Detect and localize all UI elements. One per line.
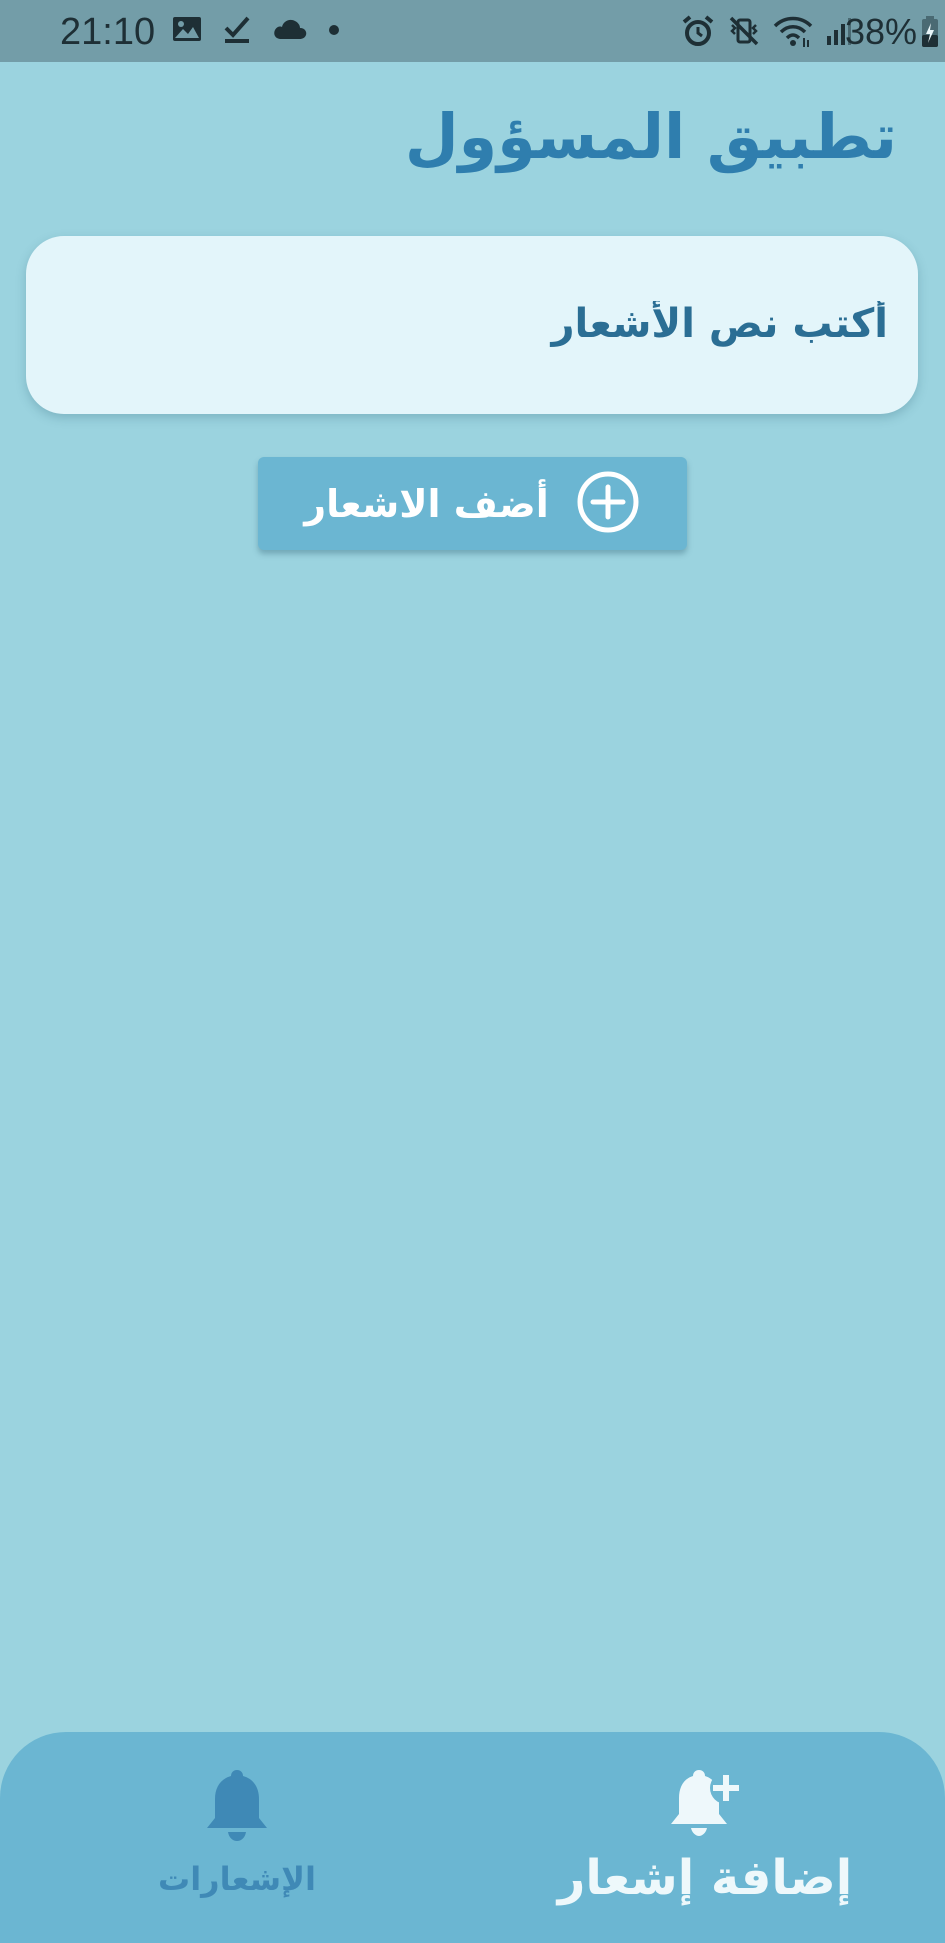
status-time: 21:10	[60, 11, 156, 53]
add-notification-button[interactable]: أضف الاشعار	[258, 457, 687, 550]
nav-item-notifications[interactable]: الإشعارات	[120, 1732, 354, 1943]
status-right-icons	[681, 14, 853, 53]
nav-add-notification-label: إضافة إشعار	[557, 1850, 853, 1906]
check-download-icon	[222, 14, 252, 49]
bell-icon	[205, 1768, 269, 1846]
battery-percent: 38%	[844, 11, 917, 52]
notification-input-card	[26, 236, 918, 414]
notification-text-input[interactable]	[56, 282, 888, 366]
status-bar: 21:10 38%	[0, 0, 945, 62]
plus-circle-icon	[575, 469, 641, 539]
bottom-nav: إضافة إشعار الإشعارات	[0, 1732, 945, 1943]
wifi-icon	[773, 14, 813, 53]
vibrate-mute-icon	[727, 14, 761, 53]
bell-plus-icon	[663, 1766, 747, 1840]
nav-notifications-label: الإشعارات	[158, 1860, 316, 1898]
alarm-icon	[681, 14, 715, 53]
status-left-icons	[172, 14, 340, 49]
battery-charging-icon	[921, 16, 939, 53]
add-notification-label: أضف الاشعار	[304, 481, 549, 526]
nav-item-add-notification[interactable]: إضافة إشعار	[530, 1732, 880, 1943]
image-icon	[172, 16, 202, 47]
cloud-icon	[272, 17, 308, 46]
page-title: تطبيق المسؤول	[404, 100, 897, 173]
dot-icon	[328, 23, 340, 41]
